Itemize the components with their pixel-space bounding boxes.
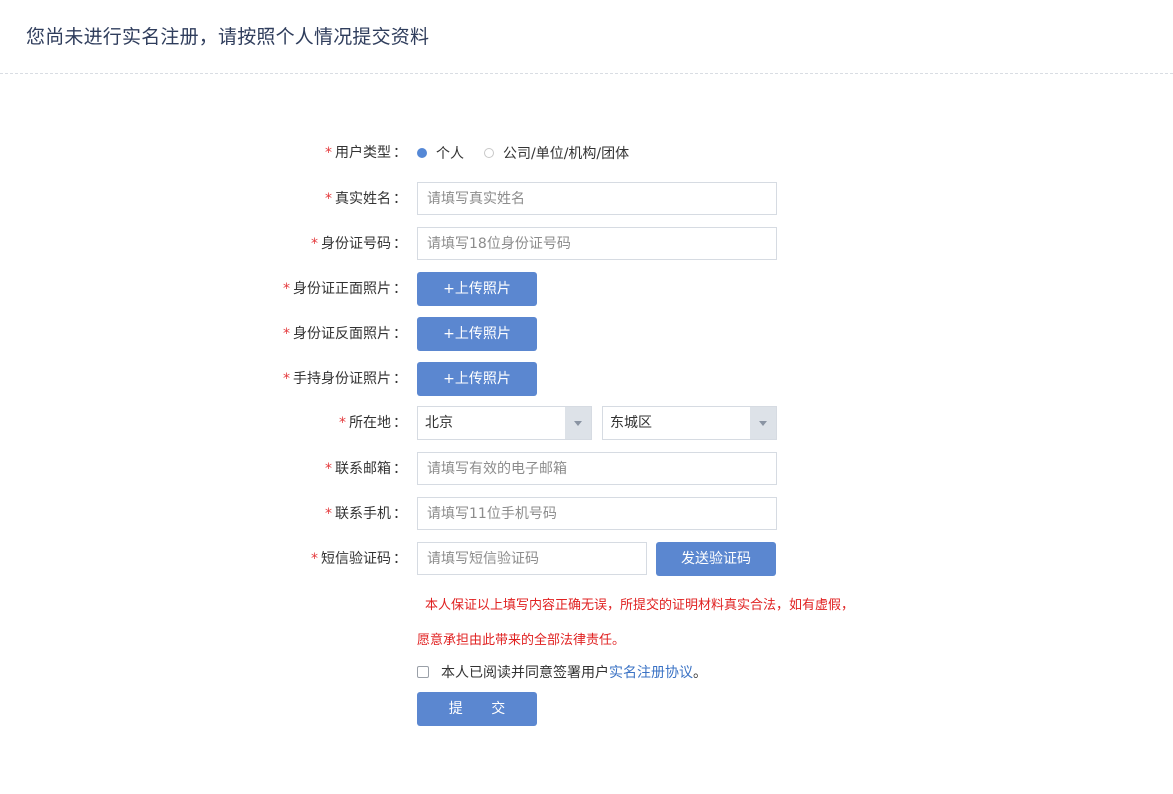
agreement-checkbox[interactable] (417, 666, 429, 678)
page-title: 您尚未进行实名注册，请按照个人情况提交资料 (26, 26, 430, 48)
email-label: * 联系邮箱： (325, 461, 407, 477)
sms-code-row: *短信验证码： 发送验证码 (0, 542, 1173, 576)
id-number-label: * 身份证号码： (311, 236, 407, 252)
phone-label: * 联系手机： (325, 506, 407, 522)
radio-personal[interactable]: 个人 (417, 143, 464, 163)
email-row: * 联系邮箱： (0, 452, 1173, 486)
id-hand-row: * 手持身份证照片： +上传照片 (0, 362, 1173, 396)
real-name-label: * 真实姓名： (325, 191, 407, 207)
chevron-down-icon (565, 407, 591, 439)
phone-row: * 联系手机： (0, 497, 1173, 531)
location-label: * 所在地： (339, 415, 407, 431)
user-type-radio-group: 个人 公司/单位/机构/团体 (417, 136, 649, 170)
radio-organization-label: 公司/单位/机构/团体 (503, 146, 630, 162)
radio-personal-label: 个人 (436, 146, 464, 162)
user-type-row: * 用户类型： 个人 公司/单位/机构/团体 (0, 136, 1173, 170)
agreement-text: 本人已阅读并同意签署用户 (441, 665, 609, 681)
id-back-row: * 身份证反面照片： +上传照片 (0, 317, 1173, 351)
district-select[interactable]: 东城区 (602, 406, 777, 440)
radio-organization[interactable]: 公司/单位/机构/团体 (484, 143, 629, 163)
sms-code-label: * 短信验证码： (311, 551, 407, 567)
sms-code-input[interactable] (417, 542, 647, 575)
id-number-row: * 身份证号码： (0, 227, 1173, 261)
chevron-down-icon (750, 407, 776, 439)
id-hand-label: * 手持身份证照片： (283, 371, 407, 387)
agreement-suffix: 。 (693, 665, 707, 681)
upload-id-hand-button[interactable]: +上传照片 (417, 362, 537, 396)
submit-button[interactable]: 提 交 (417, 692, 537, 726)
warning-text-line1: 本人保证以上填写内容正确无误，所提交的证明材料真实合法，如有虚假， (425, 598, 855, 613)
warning-text-line2: 愿意承担由此带来的全部法律责任。 (417, 633, 626, 648)
real-name-row: * 真实姓名： (0, 182, 1173, 216)
phone-input[interactable] (417, 497, 777, 530)
required-mark: * (325, 145, 332, 161)
id-number-input[interactable] (417, 227, 777, 260)
province-value: 北京 (425, 415, 453, 431)
province-select[interactable]: 北京 (417, 406, 592, 440)
email-input[interactable] (417, 452, 777, 485)
id-front-row: * 身份证正面照片： +上传照片 (0, 272, 1173, 306)
id-back-label: * 身份证反面照片： (283, 326, 407, 342)
district-value: 东城区 (610, 415, 652, 431)
upload-id-back-button[interactable]: +上传照片 (417, 317, 537, 351)
radio-checked-icon (417, 148, 427, 158)
agreement-row: 本人已阅读并同意签署用户 实名注册协议。 (417, 661, 707, 683)
user-type-label: * 用户类型： (325, 145, 407, 161)
upload-id-front-button[interactable]: +上传照片 (417, 272, 537, 306)
real-name-input[interactable] (417, 182, 777, 215)
page-header: 您尚未进行实名注册，请按照个人情况提交资料 (0, 0, 1173, 74)
agreement-link[interactable]: 实名注册协议 (609, 662, 693, 682)
id-front-label: * 身份证正面照片： (283, 281, 407, 297)
radio-unchecked-icon (484, 148, 494, 158)
send-code-button[interactable]: 发送验证码 (656, 542, 776, 576)
location-row: * 所在地： 北京 东城区 (0, 406, 1173, 440)
